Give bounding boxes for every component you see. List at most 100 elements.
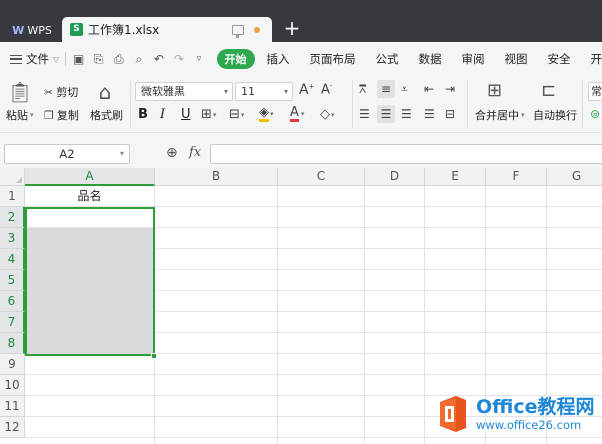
- redo-icon[interactable]: ↷: [172, 52, 185, 66]
- font-color-button[interactable]: A ▾: [290, 106, 304, 122]
- underline-button[interactable]: U: [181, 107, 191, 122]
- quick-access-more-icon[interactable]: ▿: [192, 52, 205, 66]
- row-header-6[interactable]: 6: [0, 291, 25, 312]
- merge-cells-icon: ⊞: [487, 80, 503, 101]
- watermark-title: Office教程网: [476, 395, 595, 418]
- chevron-down-icon: ▾: [212, 110, 217, 119]
- column-header-a[interactable]: A: [25, 168, 155, 186]
- export-pdf-icon[interactable]: ⎘: [92, 52, 105, 66]
- italic-icon: I: [160, 107, 166, 122]
- chevron-down-icon: ▾: [240, 110, 245, 119]
- ribbon-divider: [130, 80, 131, 128]
- name-box-value: A2: [59, 147, 75, 161]
- tab-review[interactable]: 审阅: [462, 51, 485, 67]
- row-header-4[interactable]: 4: [0, 249, 25, 270]
- document-tab[interactable]: S 工作簿1.xlsx: [62, 17, 272, 42]
- increase-font-button[interactable]: A+: [299, 82, 314, 98]
- row-header-2[interactable]: 2: [0, 207, 25, 228]
- row-header-10[interactable]: 10: [0, 375, 25, 396]
- row-header-9[interactable]: 9: [0, 354, 25, 375]
- align-top-button[interactable]: ⩞: [359, 82, 366, 97]
- column-header-e[interactable]: E: [425, 168, 486, 186]
- column-header-g[interactable]: G: [547, 168, 602, 186]
- borders-button[interactable]: ⊞ ▾: [201, 107, 216, 122]
- merge-center-button[interactable]: 合并居中 ▾: [475, 107, 525, 123]
- row-header-12[interactable]: 12: [0, 417, 25, 438]
- select-all-button[interactable]: [0, 168, 25, 186]
- tab-formulas[interactable]: 公式: [376, 51, 399, 67]
- print-icon[interactable]: ⎙: [112, 52, 125, 66]
- copy-button[interactable]: ❐ 复制: [44, 107, 79, 123]
- tab-security[interactable]: 安全: [548, 51, 571, 67]
- row-header-1[interactable]: 1: [0, 186, 25, 207]
- column-header-c[interactable]: C: [278, 168, 365, 186]
- align-left-button[interactable]: ☰: [359, 107, 370, 121]
- format-painter-button[interactable]: ⌂: [95, 80, 115, 104]
- row-header-8[interactable]: 8: [0, 333, 25, 354]
- fill-handle[interactable]: [151, 353, 157, 359]
- tab-insert[interactable]: 插入: [267, 51, 290, 67]
- window-mode-icon[interactable]: [232, 24, 244, 38]
- currency-format-button[interactable]: ⊜: [590, 107, 600, 121]
- chevron-down-icon: ▾: [270, 110, 274, 118]
- row-header-11[interactable]: 11: [0, 396, 25, 417]
- distributed-align-button[interactable]: ⊟: [445, 107, 455, 121]
- gridline: [424, 186, 425, 444]
- row-header-7[interactable]: 7: [0, 312, 25, 333]
- align-right-button[interactable]: ☰: [401, 107, 412, 121]
- copy-label: 复制: [56, 109, 79, 122]
- align-center-button[interactable]: ☰: [377, 105, 395, 123]
- paste-button[interactable]: 📋︎: [7, 80, 32, 104]
- font-name-select[interactable]: 微软雅黑 ▾: [135, 82, 233, 101]
- formula-input[interactable]: [210, 144, 602, 164]
- column-header-d[interactable]: D: [365, 168, 425, 186]
- clear-format-button[interactable]: ◇ ▾: [320, 107, 335, 122]
- align-middle-button[interactable]: ≡: [377, 80, 395, 98]
- fill-color-button[interactable]: ◈ ▾: [259, 106, 274, 122]
- fill-bucket-icon: ◈: [259, 105, 269, 122]
- font-size-select[interactable]: 11 ▾: [235, 82, 293, 101]
- justify-button[interactable]: ☰: [424, 107, 435, 121]
- fx-icon[interactable]: fx: [189, 145, 201, 160]
- italic-button[interactable]: I: [160, 107, 165, 122]
- column-header-b[interactable]: B: [155, 168, 278, 186]
- hamburger-icon: [10, 54, 22, 64]
- wps-app-tab[interactable]: W WPS: [6, 18, 58, 42]
- wrap-text-button[interactable]: 自动换行: [533, 107, 577, 123]
- align-bottom-button[interactable]: ⩡: [401, 82, 408, 97]
- wps-app-label: WPS: [27, 23, 52, 37]
- print-preview-icon[interactable]: ⌕: [132, 52, 145, 66]
- cut-button[interactable]: ✂ 剪切: [44, 84, 78, 100]
- save-icon[interactable]: ▣: [72, 52, 85, 66]
- column-header-f[interactable]: F: [486, 168, 547, 186]
- spreadsheet-icon: S: [70, 23, 83, 36]
- tab-developer[interactable]: 开: [591, 51, 602, 67]
- cell-a1[interactable]: 品名: [25, 186, 154, 207]
- align-middle-icon: ≡: [380, 82, 392, 96]
- row-header-3[interactable]: 3: [0, 228, 25, 249]
- font-color-icon: A: [290, 105, 299, 122]
- format-painter-label-wrap[interactable]: 格式刷: [90, 107, 123, 123]
- chevron-down-icon: ▾: [223, 87, 228, 96]
- bold-button[interactable]: B: [138, 107, 148, 122]
- increase-font-icon: A+: [299, 82, 315, 98]
- number-format-select[interactable]: 常: [588, 82, 602, 101]
- merge-center-icon-button[interactable]: ⊞: [487, 80, 502, 101]
- increase-indent-button[interactable]: ⇥: [445, 82, 455, 96]
- cell-style-button[interactable]: ⊟ ▾: [229, 107, 244, 122]
- new-tab-button[interactable]: +: [282, 17, 302, 42]
- tab-page-layout[interactable]: 页面布局: [310, 51, 356, 67]
- decrease-font-button[interactable]: A-: [321, 82, 332, 97]
- wrap-text-icon-button[interactable]: ⊏: [541, 80, 556, 101]
- tab-start[interactable]: 开始: [216, 49, 255, 69]
- tab-data[interactable]: 数据: [419, 51, 442, 67]
- decrease-indent-button[interactable]: ⇤: [424, 82, 434, 96]
- paste-dropdown[interactable]: 粘贴 ▾: [6, 107, 34, 123]
- row-header-5[interactable]: 5: [0, 270, 25, 291]
- file-menu[interactable]: 文件 ▽: [0, 51, 65, 67]
- name-box[interactable]: A2 ▾: [4, 144, 130, 164]
- tab-view[interactable]: 视图: [505, 51, 528, 67]
- undo-icon[interactable]: ↶: [152, 52, 165, 66]
- zoom-icon[interactable]: ⊕: [166, 145, 178, 161]
- align-left-icon: ☰: [359, 107, 370, 121]
